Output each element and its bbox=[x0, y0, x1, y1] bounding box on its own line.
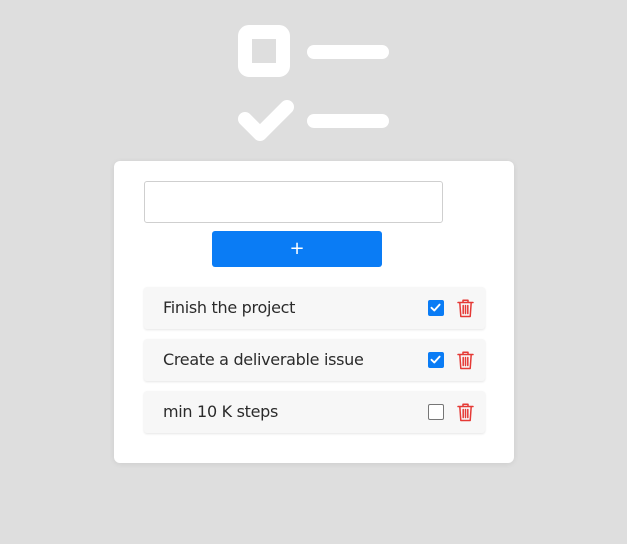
todo-checkbox[interactable] bbox=[428, 352, 444, 368]
check-mark-icon bbox=[430, 303, 441, 312]
trash-icon[interactable] bbox=[457, 350, 474, 370]
task-input[interactable] bbox=[144, 181, 443, 223]
add-task-button[interactable]: + bbox=[212, 231, 382, 267]
todo-text: Finish the project bbox=[163, 298, 296, 317]
todo-item: min 10 K steps bbox=[144, 391, 485, 433]
trash-icon[interactable] bbox=[457, 298, 474, 318]
todo-checkbox[interactable] bbox=[428, 404, 444, 420]
checklist-logo-icon bbox=[238, 25, 389, 141]
todo-list: Finish the project Create a deliverable … bbox=[144, 287, 485, 443]
todo-item: Finish the project bbox=[144, 287, 485, 329]
todo-text: Create a deliverable issue bbox=[163, 350, 364, 369]
todo-card: + Finish the project Create a deliverabl… bbox=[114, 161, 514, 463]
todo-item: Create a deliverable issue bbox=[144, 339, 485, 381]
checkmark-shape bbox=[238, 100, 294, 141]
check-mark-icon bbox=[430, 355, 441, 364]
trash-icon[interactable] bbox=[457, 402, 474, 422]
todo-text: min 10 K steps bbox=[163, 402, 279, 421]
todo-checkbox[interactable] bbox=[428, 300, 444, 316]
checkbox-square-shape bbox=[238, 25, 290, 77]
logo-line-top bbox=[307, 45, 389, 59]
logo-line-bottom bbox=[307, 114, 389, 128]
